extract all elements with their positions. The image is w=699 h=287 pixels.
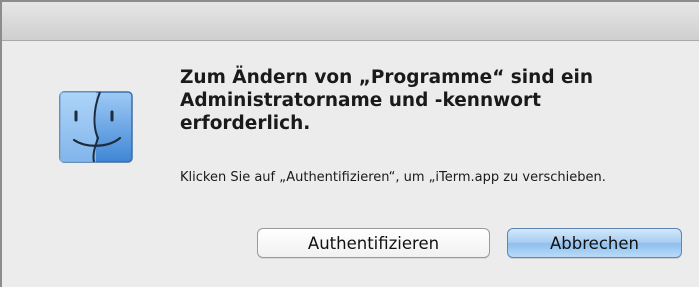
authenticate-button[interactable]: Authentifizieren	[257, 228, 490, 258]
auth-dialog-window: Zum Ändern von „Programme“ sind ein Admi…	[0, 0, 699, 287]
dialog-message: Klicken Sie auf „Authentifizieren“, um „…	[180, 170, 606, 185]
dialog-titlebar[interactable]	[2, 2, 699, 41]
finder-icon	[52, 82, 142, 172]
cancel-button[interactable]: Abbrechen	[507, 228, 682, 258]
dialog-title: Zum Ändern von „Programme“ sind ein Admi…	[180, 67, 594, 134]
